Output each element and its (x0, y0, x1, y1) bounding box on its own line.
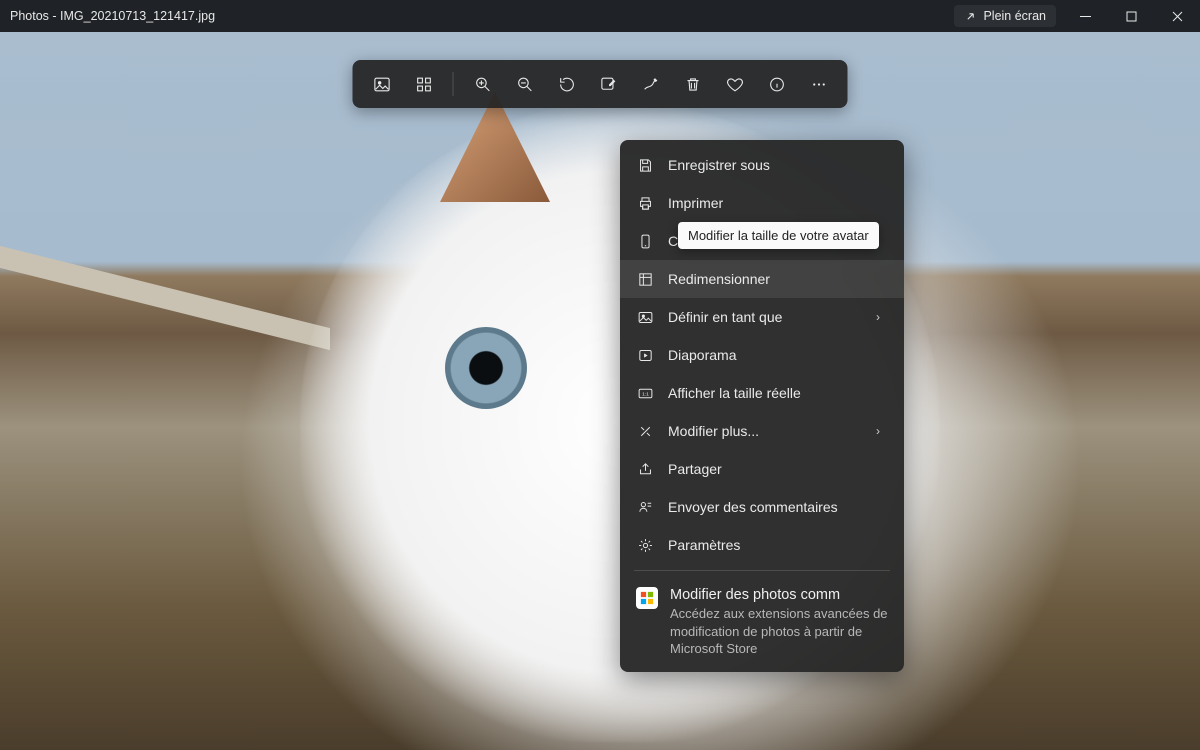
menu-label: Modifier plus... (668, 423, 862, 439)
fullscreen-icon (964, 10, 977, 23)
save-icon (636, 156, 654, 174)
menu-label: Diaporama (668, 347, 888, 363)
photo-detail-eye (445, 327, 527, 409)
menu-item-settings[interactable]: Paramètres (620, 526, 904, 564)
menu-item-resize[interactable]: Redimensionner (620, 260, 904, 298)
toolbar-separator (453, 72, 454, 96)
settings-icon (636, 536, 654, 554)
minimize-icon (1080, 11, 1091, 22)
toolbar-view-image-button[interactable] (363, 66, 401, 102)
chevron-right-icon: › (876, 310, 888, 324)
fullscreen-label: Plein écran (983, 9, 1046, 23)
toolbar-zoom-out-button[interactable] (506, 66, 544, 102)
maximize-icon (1126, 11, 1137, 22)
set-as-icon (636, 308, 654, 326)
store-icon (636, 587, 658, 609)
close-button[interactable] (1154, 0, 1200, 32)
toolbar (353, 60, 848, 108)
zoom-out-icon (515, 75, 534, 94)
menu-item-set-as[interactable]: Définir en tant que › (620, 298, 904, 336)
toolbar-rotate-button[interactable] (548, 66, 586, 102)
promo-title: Modifier des photos comm (670, 587, 888, 603)
tooltip-text: Modifier la taille de votre avatar (688, 228, 869, 243)
one-to-one-icon: 1:1 (636, 384, 654, 402)
tools-icon (636, 422, 654, 440)
play-icon (636, 346, 654, 364)
share-icon (636, 460, 654, 478)
menu-item-actual-size[interactable]: 1:1 Afficher la taille réelle (620, 374, 904, 412)
resize-icon (636, 270, 654, 288)
zoom-in-icon (473, 75, 492, 94)
fullscreen-button[interactable]: Plein écran (954, 5, 1056, 27)
feedback-icon (636, 498, 654, 516)
tooltip: Modifier la taille de votre avatar (678, 222, 879, 249)
menu-promo[interactable]: Modifier des photos comm Accédez aux ext… (620, 577, 904, 662)
close-icon (1172, 11, 1183, 22)
toolbar-draw-button[interactable] (632, 66, 670, 102)
svg-text:1:1: 1:1 (642, 391, 649, 397)
toolbar-info-button[interactable] (758, 66, 796, 102)
minimize-button[interactable] (1062, 0, 1108, 32)
draw-icon (641, 75, 660, 94)
toolbar-all-photos-button[interactable] (405, 66, 443, 102)
menu-item-share[interactable]: Partager (620, 450, 904, 488)
maximize-button[interactable] (1108, 0, 1154, 32)
menu-item-save-as[interactable]: Enregistrer sous (620, 146, 904, 184)
menu-label: Afficher la taille réelle (668, 385, 888, 401)
window-controls (1062, 0, 1200, 32)
menu-label: Redimensionner (668, 271, 888, 287)
more-menu: Enregistrer sous Imprimer Copier vers le… (620, 140, 904, 672)
menu-label: Envoyer des commentaires (668, 499, 888, 515)
image-icon (372, 75, 391, 94)
toolbar-zoom-in-button[interactable] (464, 66, 502, 102)
info-icon (767, 75, 786, 94)
promo-description: Accédez aux extensions avancées de modif… (670, 605, 888, 658)
titlebar: Photos - IMG_20210713_121417.jpg Plein é… (0, 0, 1200, 32)
edit-image-icon (599, 75, 618, 94)
menu-separator (634, 570, 890, 571)
grid-icon (414, 75, 433, 94)
heart-icon (725, 75, 744, 94)
rotate-icon (557, 75, 576, 94)
menu-item-slideshow[interactable]: Diaporama (620, 336, 904, 374)
menu-label: Imprimer (668, 195, 888, 211)
menu-label: Enregistrer sous (668, 157, 888, 173)
phone-icon (636, 232, 654, 250)
menu-item-feedback[interactable]: Envoyer des commentaires (620, 488, 904, 526)
toolbar-favorite-button[interactable] (716, 66, 754, 102)
chevron-right-icon: › (876, 424, 888, 438)
menu-label: Paramètres (668, 537, 888, 553)
photo-viewport: Enregistrer sous Imprimer Copier vers le… (0, 32, 1200, 750)
menu-label: Définir en tant que (668, 309, 862, 325)
menu-label: Partager (668, 461, 888, 477)
toolbar-more-button[interactable] (800, 66, 838, 102)
menu-item-modify-more[interactable]: Modifier plus... › (620, 412, 904, 450)
window-title: Photos - IMG_20210713_121417.jpg (10, 9, 215, 23)
toolbar-edit-button[interactable] (590, 66, 628, 102)
menu-item-print[interactable]: Imprimer (620, 184, 904, 222)
more-icon (809, 75, 828, 94)
toolbar-delete-button[interactable] (674, 66, 712, 102)
print-icon (636, 194, 654, 212)
trash-icon (683, 75, 702, 94)
